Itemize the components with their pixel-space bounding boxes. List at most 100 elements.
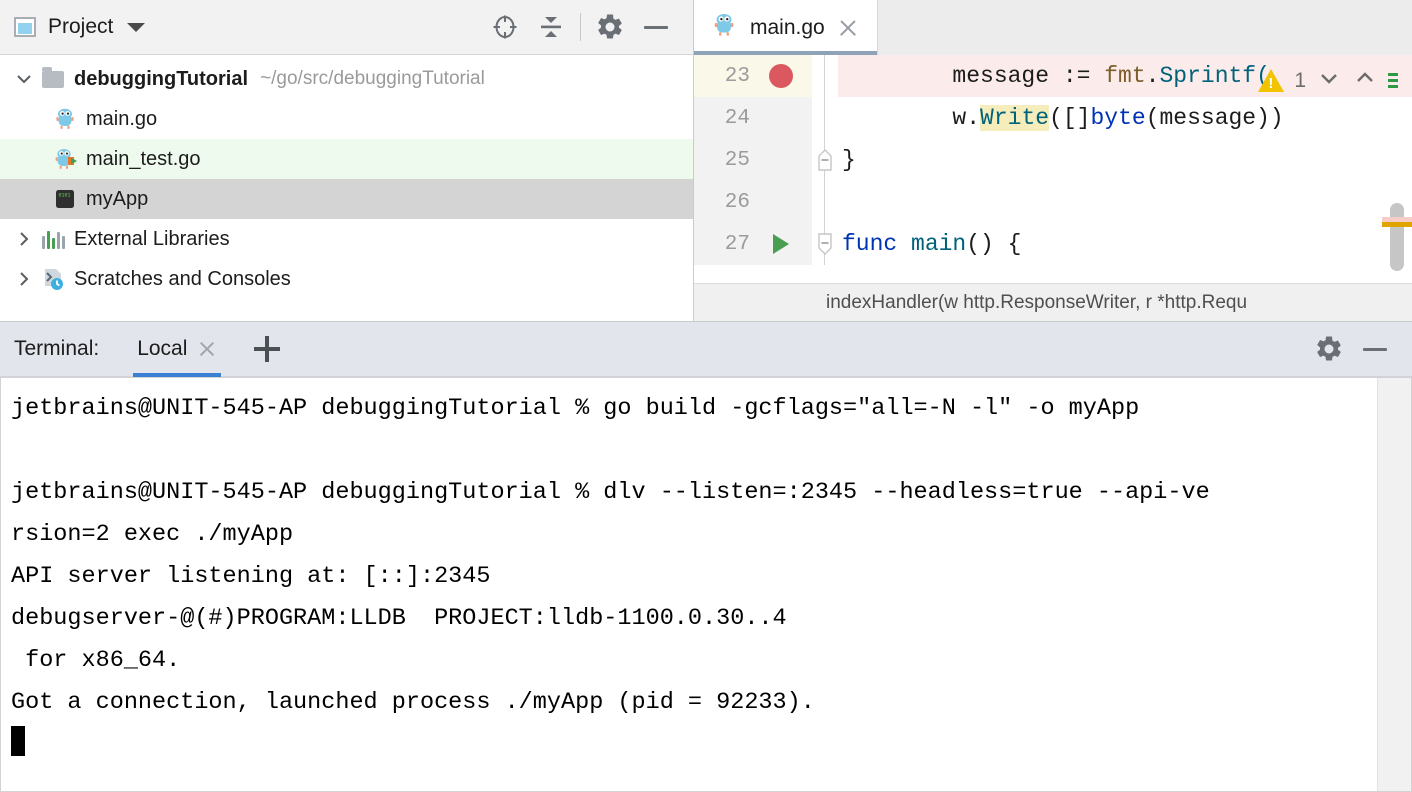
close-icon[interactable]: [197, 339, 217, 359]
code-token: () {: [966, 231, 1021, 257]
code-line: 24 w.Write([]byte(message)): [694, 97, 1412, 139]
ide-window: Project: [0, 0, 1412, 792]
chevron-right-icon[interactable]: [10, 229, 38, 249]
line-number: 24: [694, 107, 750, 130]
run-gutter-icon[interactable]: [750, 234, 812, 254]
project-header-actions: [482, 5, 679, 49]
scratches-icon: [38, 266, 68, 292]
chevron-right-icon[interactable]: [10, 269, 38, 289]
code-token: .: [1146, 63, 1160, 89]
add-tab-icon[interactable]: [243, 326, 289, 372]
inspection-widget[interactable]: 1: [1258, 65, 1398, 96]
code-token: ([]: [1049, 105, 1090, 131]
code-token: message :=: [842, 63, 1104, 89]
gear-icon[interactable]: [1306, 327, 1352, 371]
chevron-expanded-icon[interactable]: [10, 69, 38, 89]
next-problem-icon[interactable]: [1316, 65, 1342, 96]
terminal-scrollbar[interactable]: [1377, 378, 1411, 791]
terminal-header-actions: [1306, 327, 1412, 371]
fold-gutter: [812, 55, 838, 97]
fold-end-icon[interactable]: [812, 139, 838, 181]
line-number: 23: [694, 65, 750, 88]
terminal-label: Terminal:: [14, 337, 99, 361]
code-token: fmt: [1104, 63, 1145, 89]
gutter[interactable]: 25: [694, 139, 812, 181]
gear-icon[interactable]: [587, 5, 633, 49]
project-tree: debuggingTutorial ~/go/src/debuggingTuto…: [0, 55, 693, 299]
binary-file-icon: 0101: [50, 186, 80, 212]
breakpoint-icon[interactable]: [750, 64, 812, 88]
fold-gutter: [812, 181, 838, 223]
fold-start-icon[interactable]: [812, 223, 838, 265]
code-token-highlighted: Write: [980, 105, 1049, 131]
tree-node-label: main.go: [86, 108, 157, 131]
code-token: w.: [842, 105, 980, 131]
terminal-cursor: [11, 726, 25, 756]
gutter[interactable]: 23: [694, 55, 812, 97]
chevron-down-icon[interactable]: [127, 23, 145, 32]
tree-node-label: Scratches and Consoles: [74, 268, 291, 291]
tree-node-main-test-go[interactable]: main_test.go: [0, 139, 693, 179]
go-file-icon: [710, 11, 738, 44]
locate-icon[interactable]: [482, 5, 528, 49]
svg-text:0101: 0101: [59, 193, 71, 199]
editor-tab-label: main.go: [750, 16, 825, 40]
editor-scrollbar-thumb[interactable]: [1390, 203, 1404, 271]
code-token: main: [911, 231, 966, 257]
tree-node-label: debuggingTutorial: [74, 68, 248, 91]
libraries-icon: [38, 229, 68, 249]
project-view-icon: [14, 17, 36, 37]
tree-node-myapp[interactable]: 0101 myApp: [0, 179, 693, 219]
previous-problem-icon[interactable]: [1352, 65, 1378, 96]
editor-tabs-bar: main.go: [694, 0, 1412, 55]
tree-node-label: External Libraries: [74, 228, 230, 251]
go-file-icon: [50, 106, 80, 132]
gutter[interactable]: 24: [694, 97, 812, 139]
inspection-status-icon[interactable]: [1388, 73, 1398, 88]
code-text: }: [838, 139, 1412, 181]
line-number: 26: [694, 191, 750, 214]
warning-stripe-marker[interactable]: [1382, 222, 1412, 227]
code-token: byte: [1090, 105, 1145, 131]
code-token: }: [842, 147, 856, 173]
breadcrumb[interactable]: indexHandler(w http.ResponseWriter, r *h…: [694, 283, 1412, 321]
minimize-icon[interactable]: [633, 5, 679, 49]
editor-area: main.go 23 message := fmt.Sprintf( 24: [694, 0, 1412, 322]
minimize-icon[interactable]: [1352, 327, 1398, 371]
line-number: 27: [694, 233, 750, 256]
code-text: [838, 181, 1412, 223]
tree-node-label: myApp: [86, 188, 148, 211]
go-test-file-icon: [50, 146, 80, 172]
editor-tab-main-go[interactable]: main.go: [694, 0, 878, 55]
warning-triangle-icon: [1258, 69, 1284, 92]
project-tool-window: Project: [0, 0, 694, 322]
tree-node-external-libraries[interactable]: External Libraries: [0, 219, 693, 259]
code-token: Sprintf(: [1159, 63, 1269, 89]
tree-node-debuggingtutorial[interactable]: debuggingTutorial ~/go/src/debuggingTuto…: [0, 59, 693, 99]
tree-node-main-go[interactable]: main.go: [0, 99, 693, 139]
code-token: (message)): [1146, 105, 1284, 131]
warning-count: 1: [1294, 69, 1306, 93]
code-line: 25 }: [694, 139, 1412, 181]
gutter[interactable]: 27: [694, 223, 812, 265]
project-panel-title: Project: [48, 15, 113, 39]
close-icon[interactable]: [837, 17, 859, 39]
terminal-tab-local[interactable]: Local: [133, 322, 221, 377]
tree-node-scratches-and-consoles[interactable]: Scratches and Consoles: [0, 259, 693, 299]
line-number: 25: [694, 149, 750, 172]
gutter[interactable]: 26: [694, 181, 812, 223]
code-text: w.Write([]byte(message)): [838, 97, 1412, 139]
tree-node-path: ~/go/src/debuggingTutorial: [260, 68, 485, 90]
code-editor[interactable]: 23 message := fmt.Sprintf( 24 w.Write([]…: [694, 55, 1412, 283]
terminal-header: Terminal: Local: [0, 322, 1412, 377]
collapse-all-icon[interactable]: [528, 5, 574, 49]
terminal-tab-label: Local: [137, 337, 187, 361]
folder-icon: [38, 71, 68, 88]
code-line: 26: [694, 181, 1412, 223]
code-text: func main() {: [838, 223, 1412, 265]
fold-gutter: [812, 97, 838, 139]
toolbar-divider: [580, 13, 581, 41]
project-panel-header: Project: [0, 0, 693, 55]
terminal-tool-window: Terminal: Local jetbrains@UNIT-545-AP de…: [0, 322, 1412, 792]
terminal-output-panel[interactable]: jetbrains@UNIT-545-AP debuggingTutorial …: [0, 377, 1412, 792]
